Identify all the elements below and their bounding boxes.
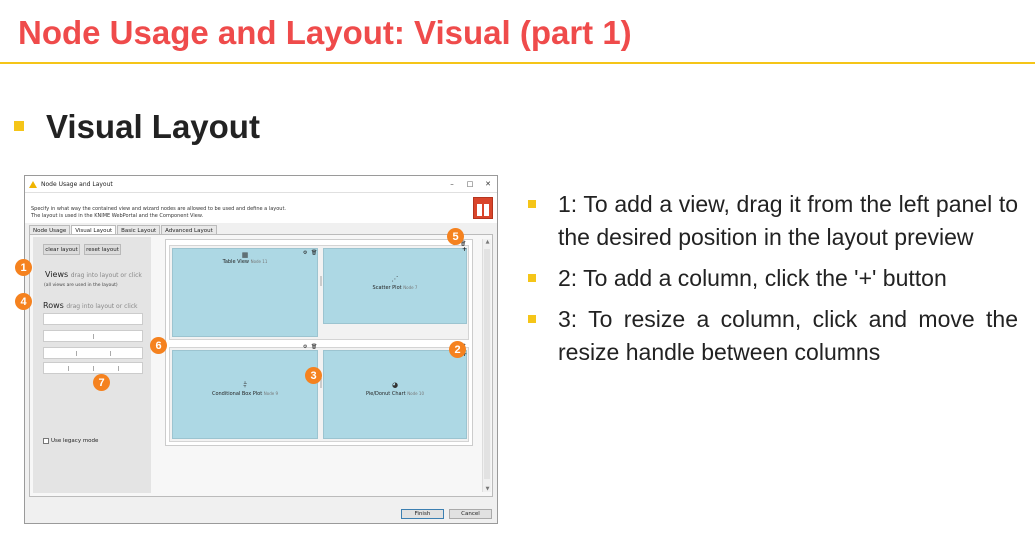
row-divider	[68, 366, 69, 371]
section-bullet-icon	[14, 121, 24, 131]
scroll-down-icon[interactable]: ▼	[483, 486, 492, 492]
instruction-list: 1: To add a view, drag it from the left …	[526, 188, 1018, 377]
box-plot-icon: ⫩	[242, 381, 248, 389]
views-hint: drag into layout or click	[70, 272, 142, 279]
table-icon: ▦	[241, 251, 249, 259]
rows-heading: Rows drag into layout or click	[43, 301, 138, 310]
dialog-description: Specify in what way the contained view a…	[31, 206, 286, 220]
delete-icon[interactable]: 🗑	[311, 344, 317, 350]
dialog-title: Node Usage and Layout	[41, 180, 113, 188]
view-name: Scatter Plot	[372, 285, 402, 291]
badge-4: 4	[15, 293, 32, 310]
node-id: Node 10	[407, 391, 424, 396]
row-divider	[93, 366, 94, 371]
minimize-button[interactable]: –	[443, 180, 461, 188]
row-divider	[110, 351, 111, 356]
instruction-add-view: 1: To add a view, drag it from the left …	[526, 188, 1018, 254]
pie-chart-icon: ◕	[391, 381, 399, 389]
row-divider	[118, 366, 119, 371]
dialog-titlebar: Node Usage and Layout – □ ✕	[25, 176, 497, 193]
settings-icon[interactable]: ⚙	[303, 344, 307, 350]
row-template-2col[interactable]	[43, 330, 143, 342]
badge-5: 5	[447, 228, 464, 245]
cell-scatter-plot[interactable]: ⋰ Scatter Plot Node 7 ⚙ 🗑	[323, 241, 467, 324]
view-name: Table View	[222, 259, 249, 265]
cell-label: Scatter Plot Node 7	[324, 285, 466, 291]
legacy-mode-label: Use legacy mode	[51, 438, 99, 444]
column-resize-handle[interactable]	[320, 276, 322, 286]
maximize-button[interactable]: □	[461, 180, 479, 188]
reset-layout-button[interactable]: reset layout	[84, 244, 121, 255]
views-heading: Views drag into layout or click	[45, 270, 142, 279]
badge-6: 6	[150, 337, 167, 354]
cell-table-view[interactable]: ▦ Table View Node 11 ⚙ 🗑	[172, 248, 318, 337]
views-note: (all views are used in the layout)	[44, 283, 118, 288]
row-template-1col[interactable]	[43, 313, 143, 325]
close-button[interactable]: ✕	[479, 180, 497, 188]
cell-label: Conditional Box Plot Node 9	[173, 391, 317, 397]
section-heading: Visual Layout	[46, 108, 260, 145]
rows-label: Rows	[43, 301, 64, 310]
cell-pie-donut-chart[interactable]: ◕ Pie/Donut Chart Node 10 ⚙ 🗑	[323, 344, 467, 439]
view-name: Pie/Donut Chart	[366, 391, 406, 397]
view-name: Conditional Box Plot	[211, 391, 263, 397]
knime-logo-icon	[473, 197, 493, 219]
warning-icon	[29, 180, 37, 188]
add-column-button[interactable]: +	[462, 246, 467, 253]
layout-row-2: ⫩ Conditional Box Plot Node 9 ⚙ 🗑 ◕ Pie/…	[169, 344, 469, 442]
badge-3: 3	[305, 367, 322, 384]
instruction-add-column: 2: To add a column, click the '+' button	[526, 262, 1018, 295]
rows-hint: drag into layout or click	[66, 303, 138, 310]
clear-layout-button[interactable]: clear layout	[43, 244, 80, 255]
layout-preview: ▦ Table View Node 11 ⚙ 🗑 ⋰ Scatter Plot …	[165, 239, 473, 446]
instruction-resize-column: 3: To resize a column, click and move th…	[526, 303, 1018, 369]
badge-1: 1	[15, 259, 32, 276]
cell-label: Pie/Donut Chart Node 10	[324, 391, 466, 397]
node-usage-dialog: Node Usage and Layout – □ ✕ Specify in w…	[24, 175, 498, 524]
cancel-button[interactable]: Cancel	[449, 509, 492, 519]
row-template-4col[interactable]	[43, 362, 143, 374]
node-id: Node 7	[403, 285, 418, 290]
cell-label: Table View Node 11	[173, 259, 317, 265]
checkbox-icon	[43, 438, 49, 444]
scroll-up-icon[interactable]: ▲	[483, 239, 492, 245]
row-divider	[76, 351, 77, 356]
description-line-2: The layout is used in the KNIME WebPorta…	[31, 213, 204, 219]
row-divider	[93, 334, 94, 339]
scatter-icon: ⋰	[391, 275, 399, 283]
finish-button[interactable]: Finish	[401, 509, 444, 519]
dialog-header: Specify in what way the contained view a…	[25, 193, 497, 223]
legacy-mode-checkbox[interactable]: Use legacy mode	[43, 438, 98, 444]
cell-conditional-box-plot[interactable]: ⫩ Conditional Box Plot Node 9 ⚙ 🗑	[172, 344, 318, 439]
scrollbar-thumb[interactable]	[484, 249, 490, 479]
description-line-1: Specify in what way the contained view a…	[31, 206, 287, 212]
title-divider	[0, 62, 1035, 64]
settings-icon[interactable]: ⚙	[303, 250, 307, 256]
delete-icon[interactable]: 🗑	[311, 250, 317, 256]
views-rows-panel: clear layout reset layout Views drag int…	[33, 237, 151, 493]
row-template-3col[interactable]	[43, 347, 143, 359]
node-id: Node 11	[250, 259, 268, 264]
visual-layout-panel: clear layout reset layout Views drag int…	[29, 234, 493, 497]
badge-2: 2	[449, 341, 466, 358]
badge-7: 7	[93, 374, 110, 391]
node-id: Node 9	[263, 391, 279, 396]
vertical-scrollbar[interactable]: ▲ ▼	[482, 239, 491, 492]
slide-title: Node Usage and Layout: Visual (part 1)	[18, 14, 632, 51]
layout-row-1: ▦ Table View Node 11 ⚙ 🗑 ⋰ Scatter Plot …	[169, 241, 469, 340]
views-label: Views	[45, 270, 69, 279]
